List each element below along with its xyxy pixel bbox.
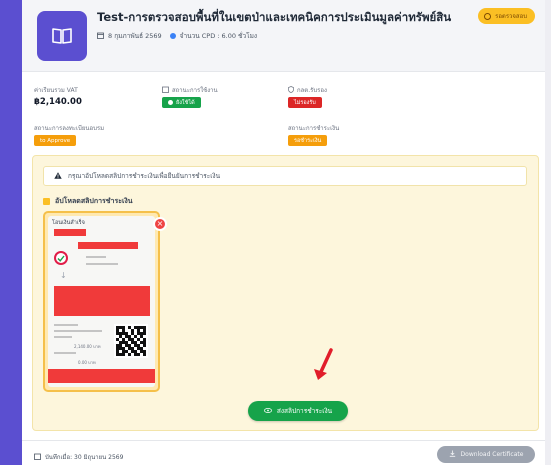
course-date: 8 กุมภาพันธ์ 2569 — [108, 32, 162, 40]
download-certificate-button[interactable]: Download Certificate — [437, 446, 535, 463]
course-meta: 8 กุมภาพันธ์ 2569 จำนวน CPD : 6.00 ชั่วโ… — [97, 31, 257, 41]
cert-label: กลต.รับรอง — [288, 85, 327, 95]
course-header: Test-การตรวจสอบพื้นที่ในเขตป่าและเทคนิคก… — [22, 0, 545, 72]
redaction — [54, 229, 86, 236]
slip-fee: 0.00 บาท — [78, 360, 96, 365]
slip-amount: 2,140.00 บาท — [74, 344, 101, 349]
calendar-icon — [97, 32, 104, 41]
clock-icon — [484, 12, 492, 20]
footer-divider — [22, 440, 545, 441]
course-card: Test-การตรวจสอบพื้นที่ในเขตป่าและเทคนิคก… — [22, 0, 545, 465]
slip-line — [54, 330, 102, 332]
slip-heading: โอนเงินสำเร็จ — [52, 220, 85, 226]
slip-line — [54, 352, 76, 354]
download-icon — [449, 450, 456, 459]
status-chip: รอตรวจสอบ — [478, 8, 535, 24]
register-badge: to Approve — [34, 135, 77, 146]
usage-badge: ยังใช้ได้ — [162, 97, 201, 108]
upload-icon — [43, 198, 50, 205]
redaction — [78, 242, 138, 249]
register-label: สถานะการลงทะเบียนอบรม — [34, 125, 105, 132]
slip-preview[interactable]: โอนเงินสำเร็จ ↓ 2,140.00 บาท 0.00 บาท × — [43, 211, 167, 392]
arrow-down-icon: ↓ — [60, 271, 67, 280]
redaction — [54, 286, 150, 316]
redaction — [48, 369, 155, 383]
remove-slip-button[interactable]: × — [153, 217, 167, 231]
book-icon — [37, 11, 87, 61]
calendar-icon — [34, 453, 41, 462]
payment-status-badge: รอชำระเงิน — [288, 135, 328, 146]
qr-pattern — [116, 326, 146, 356]
left-accent-bar — [0, 0, 22, 465]
cert-badge: ไม่รองรับ — [288, 97, 322, 108]
bank-logo-icon — [54, 251, 68, 265]
payment-status-label: สถานะการชำระเงิน — [288, 125, 340, 132]
course-title: Test-การตรวจสอบพื้นที่ในเขตป่าและเทคนิคก… — [97, 10, 452, 24]
course-cpd: จำนวน CPD : 6.00 ชั่วโมง — [179, 32, 258, 40]
slip-line — [54, 336, 72, 338]
fee-label: ค่าเรียนรวม VAT — [34, 87, 78, 94]
upload-notice: กรุณาอัปโหลดสลิปการชำระเงินเพื่อยืนยันกา… — [43, 166, 527, 186]
slip-line — [54, 324, 78, 326]
scroll-edge — [545, 0, 551, 465]
qr-code — [114, 324, 148, 358]
saved-on: บันทึกเมื่อ: 30 มิถุนายน 2569 — [34, 452, 123, 462]
slip-image: โอนเงินสำเร็จ ↓ 2,140.00 บาท 0.00 บาท — [48, 216, 155, 387]
slip-line — [86, 263, 118, 265]
red-arrow-annotation — [314, 348, 333, 380]
slip-line — [86, 256, 106, 258]
check-circle-icon — [168, 100, 173, 105]
fee-value: ฿2,140.00 — [34, 97, 82, 107]
payment-panel: กรุณาอัปโหลดสลิปการชำระเงินเพื่อยืนยันกา… — [32, 155, 539, 431]
eye-icon — [263, 407, 272, 415]
usage-label: สถานะการใช้งาน — [162, 85, 218, 95]
send-slip-button[interactable]: ส่งสลิปการชำระเงิน — [248, 401, 348, 421]
calendar-icon — [162, 86, 169, 95]
warning-icon — [54, 171, 62, 181]
upload-title: อัปโหลดสลิปการชำระเงิน — [43, 196, 133, 207]
info-dot-icon — [169, 33, 176, 39]
shield-icon — [288, 85, 294, 95]
